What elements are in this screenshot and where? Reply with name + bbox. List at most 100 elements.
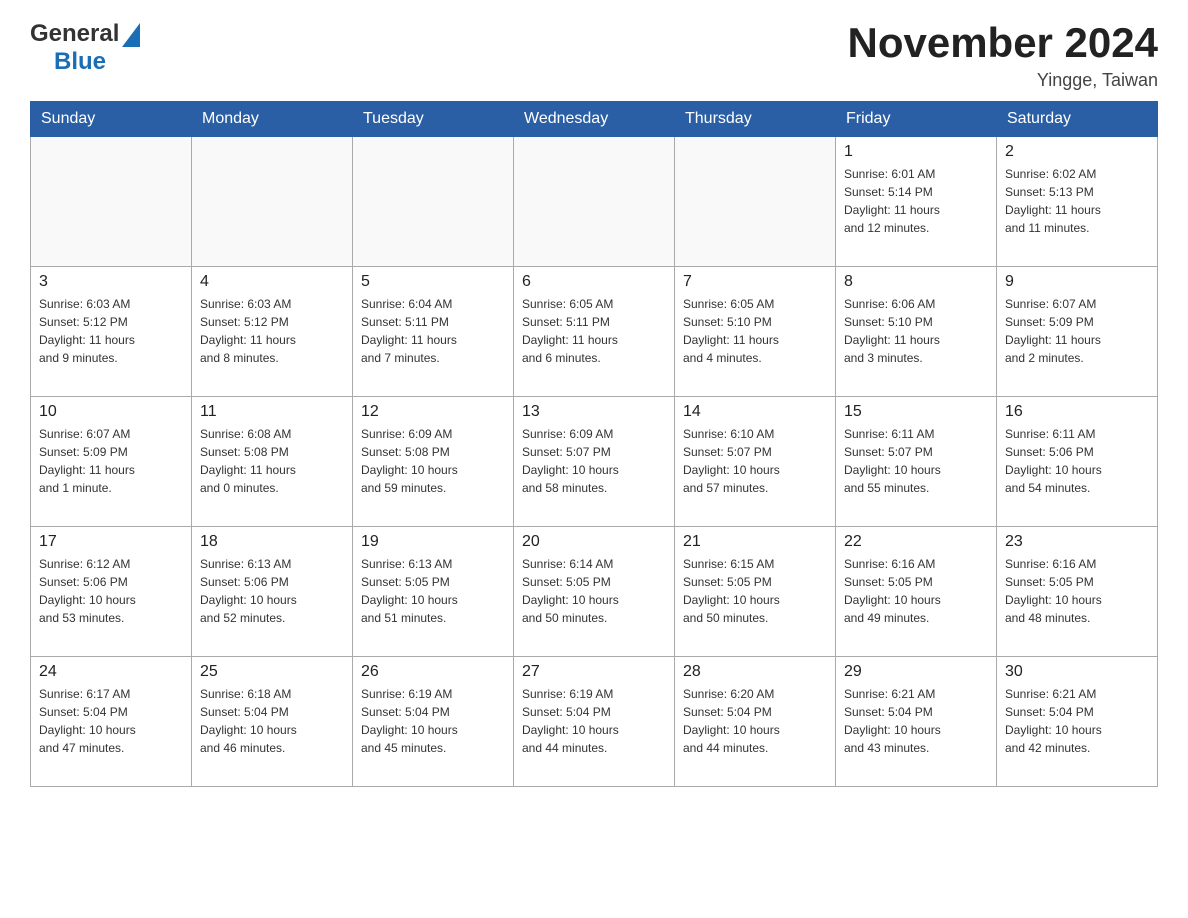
calendar-cell: 28 Sunrise: 6:20 AM Sunset: 5:04 PM Dayli… (675, 657, 836, 787)
calendar-cell: 22Sunrise: 6:16 AM Sunset: 5:05 PM Dayli… (836, 527, 997, 657)
calendar-cell: 13 Sunrise: 6:09 AM Sunset: 5:07 PM Dayli… (514, 397, 675, 527)
week-row-2: 3 Sunrise: 6:03 AM Sunset: 5:12 PM Daylig… (31, 267, 1158, 397)
day-number: 1 (844, 143, 988, 161)
calendar-cell: 23 Sunrise: 6:16 AM Sunset: 5:05 PM Dayli… (997, 527, 1158, 657)
calendar-cell (514, 137, 675, 267)
day-info: Sunrise: 6:08 AM Sunset: 5:08 PM Dayligh… (200, 425, 344, 497)
day-number: 3 (39, 273, 183, 291)
day-number: 23 (1005, 533, 1149, 551)
day-number: 30 (1005, 663, 1149, 681)
day-info: Sunrise: 6:19 AM Sunset: 5:04 PM Dayligh… (361, 685, 505, 757)
calendar-cell: 14 Sunrise: 6:10 AM Sunset: 5:07 PM Dayli… (675, 397, 836, 527)
calendar-cell: 4 Sunrise: 6:03 AM Sunset: 5:12 PM Daylig… (192, 267, 353, 397)
logo: General Blue (30, 20, 140, 76)
header-saturday: Saturday (997, 102, 1158, 137)
calendar-cell: 1 Sunrise: 6:01 AM Sunset: 5:14 PM Daylig… (836, 137, 997, 267)
week-row-4: 17 Sunrise: 6:12 AM Sunset: 5:06 PM Dayli… (31, 527, 1158, 657)
day-info: Sunrise: 6:02 AM Sunset: 5:13 PM Dayligh… (1005, 165, 1149, 237)
day-info: Sunrise: 6:10 AM Sunset: 5:07 PM Dayligh… (683, 425, 827, 497)
day-number: 16 (1005, 403, 1149, 421)
logo-triangle-icon (122, 23, 140, 47)
day-number: 18 (200, 533, 344, 551)
day-info: Sunrise: 6:17 AM Sunset: 5:04 PM Dayligh… (39, 685, 183, 757)
calendar-body: 1 Sunrise: 6:01 AM Sunset: 5:14 PM Daylig… (31, 137, 1158, 787)
day-number: 11 (200, 403, 344, 421)
day-number: 25 (200, 663, 344, 681)
day-info: Sunrise: 6:01 AM Sunset: 5:14 PM Dayligh… (844, 165, 988, 237)
day-info: Sunrise: 6:21 AM Sunset: 5:04 PM Dayligh… (1005, 685, 1149, 757)
logo-blue-text: Blue (54, 48, 106, 76)
day-number: 4 (200, 273, 344, 291)
calendar-subtitle: Yingge, Taiwan (847, 70, 1158, 91)
calendar-cell: 20 Sunrise: 6:14 AM Sunset: 5:05 PM Dayli… (514, 527, 675, 657)
day-info: Sunrise: 6:06 AM Sunset: 5:10 PM Dayligh… (844, 295, 988, 367)
day-number: 20 (522, 533, 666, 551)
day-number: 15 (844, 403, 988, 421)
day-info: Sunrise: 6:07 AM Sunset: 5:09 PM Dayligh… (1005, 295, 1149, 367)
calendar-cell (353, 137, 514, 267)
day-number: 21 (683, 533, 827, 551)
calendar-cell: 21 Sunrise: 6:15 AM Sunset: 5:05 PM Dayli… (675, 527, 836, 657)
calendar-cell: 19Sunrise: 6:13 AM Sunset: 5:05 PM Dayli… (353, 527, 514, 657)
day-info: Sunrise: 6:14 AM Sunset: 5:05 PM Dayligh… (522, 555, 666, 627)
day-info: Sunrise: 6:13 AM Sunset: 5:06 PM Dayligh… (200, 555, 344, 627)
day-number: 9 (1005, 273, 1149, 291)
title-section: November 2024 Yingge, Taiwan (847, 20, 1158, 91)
day-info: Sunrise: 6:20 AM Sunset: 5:04 PM Dayligh… (683, 685, 827, 757)
calendar-table: SundayMondayTuesdayWednesdayThursdayFrid… (30, 101, 1158, 787)
logo-general-text: General (30, 20, 119, 48)
calendar-cell: 17 Sunrise: 6:12 AM Sunset: 5:06 PM Dayli… (31, 527, 192, 657)
day-info: Sunrise: 6:03 AM Sunset: 5:12 PM Dayligh… (39, 295, 183, 367)
day-number: 22 (844, 533, 988, 551)
day-number: 17 (39, 533, 183, 551)
day-number: 5 (361, 273, 505, 291)
header-tuesday: Tuesday (353, 102, 514, 137)
day-number: 28 (683, 663, 827, 681)
calendar-cell: 7Sunrise: 6:05 AM Sunset: 5:10 PM Daylig… (675, 267, 836, 397)
day-info: Sunrise: 6:15 AM Sunset: 5:05 PM Dayligh… (683, 555, 827, 627)
day-number: 14 (683, 403, 827, 421)
day-info: Sunrise: 6:12 AM Sunset: 5:06 PM Dayligh… (39, 555, 183, 627)
calendar-cell: 15 Sunrise: 6:11 AM Sunset: 5:07 PM Dayli… (836, 397, 997, 527)
calendar-cell: 18 Sunrise: 6:13 AM Sunset: 5:06 PM Dayli… (192, 527, 353, 657)
day-number: 29 (844, 663, 988, 681)
day-number: 27 (522, 663, 666, 681)
header-sunday: Sunday (31, 102, 192, 137)
day-info: Sunrise: 6:03 AM Sunset: 5:12 PM Dayligh… (200, 295, 344, 367)
calendar-cell: 8 Sunrise: 6:06 AM Sunset: 5:10 PM Daylig… (836, 267, 997, 397)
calendar-cell: 2 Sunrise: 6:02 AM Sunset: 5:13 PM Daylig… (997, 137, 1158, 267)
day-number: 6 (522, 273, 666, 291)
calendar-cell (192, 137, 353, 267)
calendar-cell: 26Sunrise: 6:19 AM Sunset: 5:04 PM Dayli… (353, 657, 514, 787)
header-thursday: Thursday (675, 102, 836, 137)
day-info: Sunrise: 6:11 AM Sunset: 5:07 PM Dayligh… (844, 425, 988, 497)
day-info: Sunrise: 6:13 AM Sunset: 5:05 PM Dayligh… (361, 555, 505, 627)
day-number: 2 (1005, 143, 1149, 161)
calendar-cell: 27 Sunrise: 6:19 AM Sunset: 5:04 PM Dayli… (514, 657, 675, 787)
week-row-5: 24 Sunrise: 6:17 AM Sunset: 5:04 PM Dayli… (31, 657, 1158, 787)
day-number: 7 (683, 273, 827, 291)
calendar-title: November 2024 (847, 20, 1158, 66)
week-row-3: 10Sunrise: 6:07 AM Sunset: 5:09 PM Dayli… (31, 397, 1158, 527)
day-info: Sunrise: 6:07 AM Sunset: 5:09 PM Dayligh… (39, 425, 183, 497)
week-row-1: 1 Sunrise: 6:01 AM Sunset: 5:14 PM Daylig… (31, 137, 1158, 267)
day-number: 8 (844, 273, 988, 291)
calendar-cell: 3 Sunrise: 6:03 AM Sunset: 5:12 PM Daylig… (31, 267, 192, 397)
header-wednesday: Wednesday (514, 102, 675, 137)
calendar-cell: 12 Sunrise: 6:09 AM Sunset: 5:08 PM Dayli… (353, 397, 514, 527)
day-info: Sunrise: 6:04 AM Sunset: 5:11 PM Dayligh… (361, 295, 505, 367)
calendar-cell: 5 Sunrise: 6:04 AM Sunset: 5:11 PM Daylig… (353, 267, 514, 397)
calendar-cell: 25Sunrise: 6:18 AM Sunset: 5:04 PM Dayli… (192, 657, 353, 787)
calendar-cell: 9 Sunrise: 6:07 AM Sunset: 5:09 PM Daylig… (997, 267, 1158, 397)
day-number: 12 (361, 403, 505, 421)
day-number: 24 (39, 663, 183, 681)
calendar-cell: 29 Sunrise: 6:21 AM Sunset: 5:04 PM Dayli… (836, 657, 997, 787)
day-info: Sunrise: 6:09 AM Sunset: 5:08 PM Dayligh… (361, 425, 505, 497)
day-info: Sunrise: 6:19 AM Sunset: 5:04 PM Dayligh… (522, 685, 666, 757)
day-info: Sunrise: 6:16 AM Sunset: 5:05 PM Dayligh… (1005, 555, 1149, 627)
header-monday: Monday (192, 102, 353, 137)
calendar-header: SundayMondayTuesdayWednesdayThursdayFrid… (31, 102, 1158, 137)
day-info: Sunrise: 6:21 AM Sunset: 5:04 PM Dayligh… (844, 685, 988, 757)
day-info: Sunrise: 6:09 AM Sunset: 5:07 PM Dayligh… (522, 425, 666, 497)
day-number: 13 (522, 403, 666, 421)
